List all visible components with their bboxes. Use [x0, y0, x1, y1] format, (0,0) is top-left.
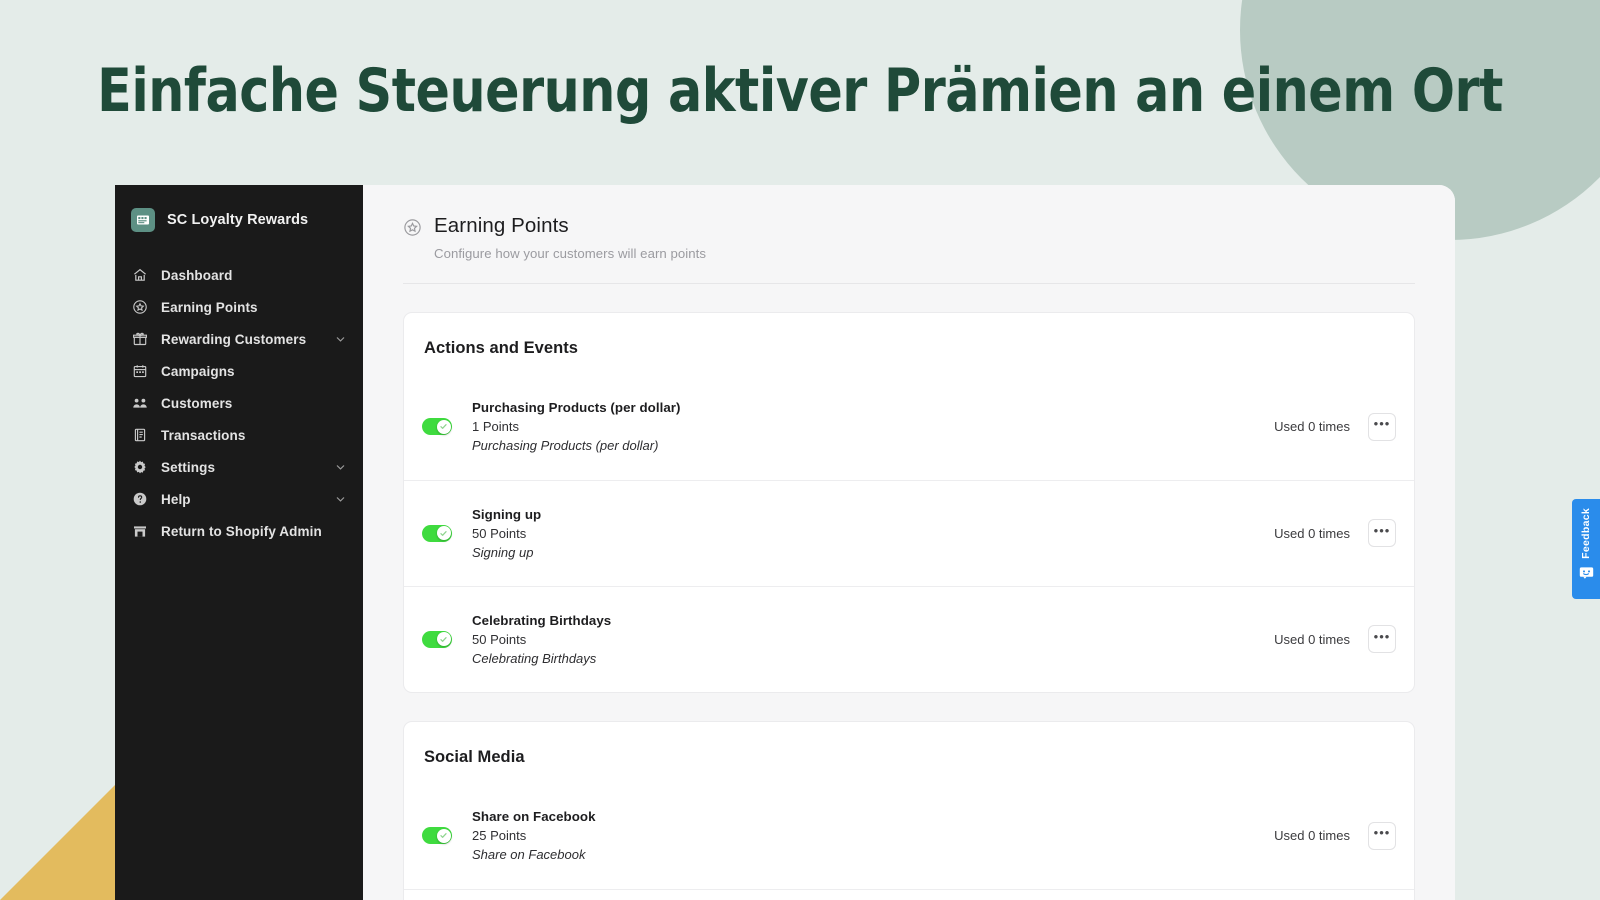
section-social-media: Social Media Share on Facebook 25 Points… — [403, 720, 1415, 900]
section-actions-and-events: Actions and Events Purchasing Products (… — [403, 311, 1415, 693]
sidebar-item-label: Help — [161, 491, 191, 507]
row-usage-count: Used 0 times — [1274, 525, 1350, 541]
chevron-down-icon[interactable] — [334, 461, 347, 474]
row-usage-count: Used 0 times — [1274, 828, 1350, 844]
row-texts: Celebrating Birthdays 50 Points Celebrat… — [472, 613, 1274, 666]
brand[interactable]: SC Loyalty Rewards — [115, 193, 363, 237]
row-texts: Share on Facebook 25 Points Share on Fac… — [472, 809, 1274, 862]
row-points: 50 Points — [472, 631, 527, 647]
question-icon — [131, 491, 148, 508]
table-row[interactable]: Purchasing Products (per dollar) 1 Point… — [404, 374, 1414, 480]
row-name: Signing up — [472, 506, 542, 522]
page-header: Earning Points Configure how your custom… — [403, 213, 1415, 261]
page-title: Earning Points — [434, 214, 569, 237]
row-more-actions-button[interactable]: ••• — [1368, 625, 1396, 654]
row-more-actions-button[interactable]: ••• — [1368, 519, 1396, 548]
row-toggle[interactable] — [422, 827, 452, 845]
row-description: Purchasing Products (per dollar) — [472, 438, 659, 454]
sidebar-item-earning-points[interactable]: Earning Points — [115, 291, 363, 323]
sidebar-item-label: Dashboard — [161, 267, 233, 283]
row-toggle[interactable] — [422, 524, 452, 542]
row-more-actions-button[interactable]: ••• — [1368, 821, 1396, 850]
brand-name: SC Loyalty Rewards — [167, 212, 309, 228]
row-name: Share on Facebook — [472, 809, 596, 825]
sidebar-item-settings[interactable]: Settings — [115, 451, 363, 483]
row-points: 50 Points — [472, 525, 527, 541]
sidebar-item-label: Settings — [161, 459, 216, 475]
decorative-corner-triangle — [0, 784, 116, 900]
sidebar-item-help[interactable]: Help — [115, 483, 363, 515]
row-toggle[interactable] — [422, 418, 452, 436]
feedback-smile-icon — [1579, 566, 1594, 579]
receipt-icon — [131, 427, 148, 444]
row-points: 25 Points — [472, 828, 527, 844]
chevron-down-icon[interactable] — [334, 493, 347, 506]
row-texts: Signing up 50 Points Signing up — [472, 507, 1274, 560]
screenshot-root: Einfache Steuerung aktiver Prämien an ei… — [0, 0, 1600, 900]
chevron-down-icon[interactable] — [334, 333, 347, 346]
row-points: 1 Points — [472, 419, 519, 435]
sidebar-item-label: Earning Points — [161, 299, 258, 315]
row-name: Celebrating Birthdays — [472, 612, 612, 628]
row-description: Share on Facebook — [472, 847, 586, 863]
section-title: Social Media — [424, 747, 525, 766]
table-row[interactable]: Share on Facebook 25 Points Share on Fac… — [404, 783, 1414, 889]
sidebar-item-label: Customers — [161, 395, 233, 411]
sidebar-nav: Dashboard Earning Points Rewarding Custo… — [115, 259, 363, 547]
page-headline: Einfache Steuerung aktiver Prämien an ei… — [97, 56, 1503, 126]
row-texts: Purchasing Products (per dollar) 1 Point… — [472, 400, 1274, 453]
sidebar-item-label: Rewarding Customers — [161, 331, 307, 347]
table-row[interactable]: Celebrating Birthdays 50 Points Celebrat… — [404, 585, 1414, 692]
gear-icon — [131, 459, 148, 476]
page-subtitle: Configure how your customers will earn p… — [434, 245, 706, 261]
sidebar-item-label: Campaigns — [161, 363, 235, 379]
section-title: Actions and Events — [424, 338, 579, 357]
header-divider — [403, 282, 1415, 284]
home-icon — [131, 267, 148, 284]
star-circle-icon — [131, 299, 148, 316]
row-name: Purchasing Products (per dollar) — [472, 400, 681, 416]
store-icon — [131, 523, 148, 540]
sidebar: SC Loyalty Rewards Dashboard Earning Poi… — [115, 185, 363, 900]
app-logo-icon — [131, 208, 155, 232]
people-icon — [131, 395, 148, 412]
sidebar-item-transactions[interactable]: Transactions — [115, 419, 363, 451]
sidebar-item-dashboard[interactable]: Dashboard — [115, 259, 363, 291]
sidebar-item-rewarding-customers[interactable]: Rewarding Customers — [115, 323, 363, 355]
table-row[interactable]: Signing up 50 Points Signing up Used 0 t… — [404, 479, 1414, 586]
row-description: Celebrating Birthdays — [472, 650, 597, 666]
row-description: Signing up — [472, 544, 534, 560]
main-content: Earning Points Configure how your custom… — [363, 185, 1455, 900]
star-circle-icon — [403, 218, 422, 237]
calendar-icon — [131, 363, 148, 380]
check-icon — [436, 526, 451, 541]
feedback-tab[interactable]: Feedback — [1572, 499, 1600, 599]
table-row[interactable]: Share on Twitter 25 Points Share on Twit… — [404, 888, 1414, 900]
check-icon — [436, 828, 451, 843]
feedback-tab-label: Feedback — [1580, 508, 1592, 559]
sidebar-item-campaigns[interactable]: Campaigns — [115, 355, 363, 387]
row-usage-count: Used 0 times — [1274, 631, 1350, 647]
check-icon — [436, 419, 451, 434]
sidebar-item-label: Return to Shopify Admin — [161, 523, 322, 539]
sidebar-item-label: Transactions — [161, 427, 246, 443]
row-usage-count: Used 0 times — [1274, 419, 1350, 435]
check-icon — [436, 632, 451, 647]
sidebar-item-customers[interactable]: Customers — [115, 387, 363, 419]
row-more-actions-button[interactable]: ••• — [1368, 412, 1396, 441]
gift-icon — [131, 331, 148, 348]
row-toggle[interactable] — [422, 630, 452, 648]
app-window: SC Loyalty Rewards Dashboard Earning Poi… — [115, 185, 1455, 900]
sidebar-item-return-to-shopify-admin[interactable]: Return to Shopify Admin — [115, 515, 363, 547]
